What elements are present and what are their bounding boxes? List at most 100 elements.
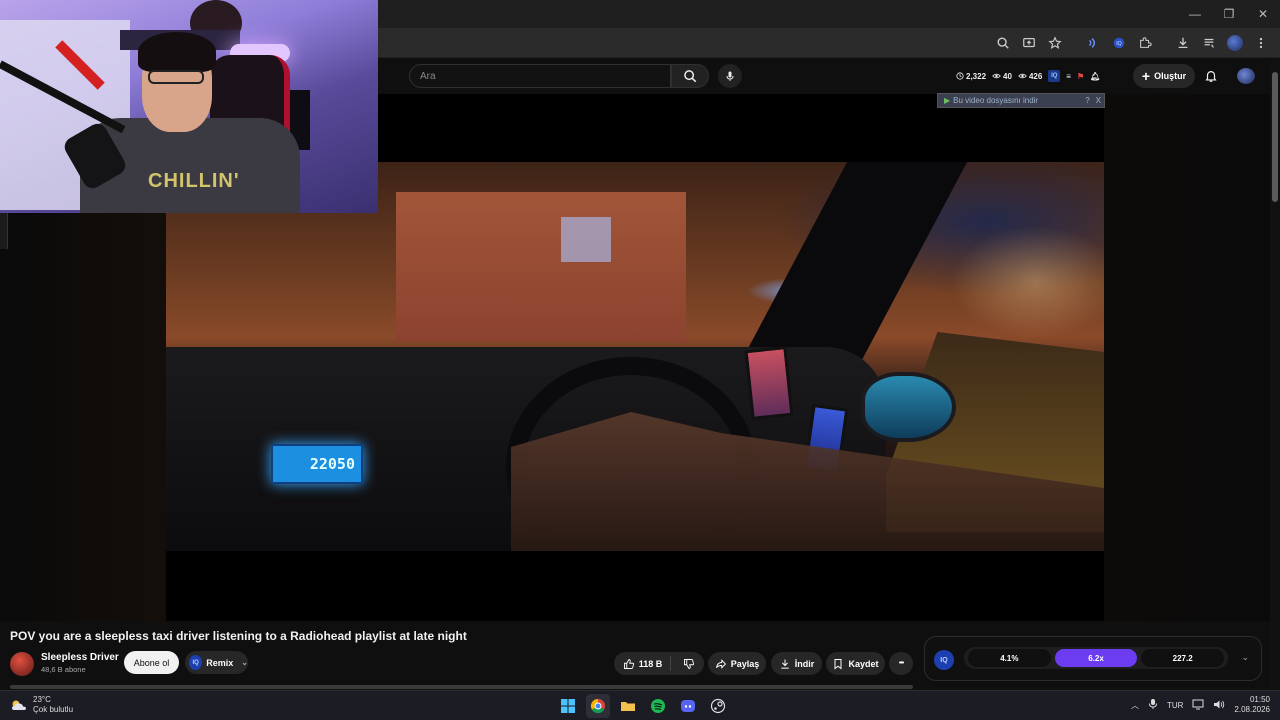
ambient-right (1104, 94, 1274, 621)
spotify-button[interactable] (646, 694, 670, 718)
remix-button[interactable]: IQ Remix ⌄ (185, 651, 248, 674)
taskbar-apps (556, 694, 730, 718)
minimize-button[interactable]: — (1178, 0, 1212, 28)
clock[interactable]: 01:50 2.08.2026 (1234, 695, 1270, 715)
voice-search-button[interactable] (718, 64, 742, 88)
vertical-scrollbar-thumb[interactable] (1272, 72, 1278, 202)
bookmark-icon (834, 658, 842, 669)
notification-off-icon[interactable]: ⚑ (1077, 72, 1084, 81)
webcam-glasses (148, 70, 204, 84)
profile-avatar[interactable] (1224, 32, 1246, 54)
file-explorer-button[interactable] (616, 694, 640, 718)
weather-widget[interactable]: 23°C Çok bulutlu (10, 695, 73, 715)
search-field[interactable] (409, 64, 671, 88)
watching-value: 426 (1028, 71, 1043, 81)
download-helper-label[interactable]: Bu video dosyasını indir (953, 96, 1038, 105)
language-indicator[interactable]: TUR (1167, 701, 1183, 710)
create-label: Oluştur (1154, 71, 1187, 81)
discord-icon (681, 700, 695, 712)
zoom-icon[interactable] (992, 32, 1014, 54)
chevron-down-icon: ⌄ (241, 658, 248, 667)
reading-list-icon[interactable] (1198, 32, 1220, 54)
small-bell-icon[interactable]: 🔔︎ (1090, 72, 1100, 81)
cast-icon[interactable] (1018, 32, 1040, 54)
subscribe-button[interactable]: Abone ol (124, 651, 179, 674)
system-tray: ︿ TUR 01:50 2.08.2026 (1131, 695, 1270, 715)
more-actions-button[interactable]: ••• (889, 652, 913, 675)
download-icon[interactable] (1172, 32, 1194, 54)
temperature: 23°C (33, 695, 51, 704)
more-icon: ••• (898, 660, 904, 667)
weather-condition: Çok bulutlu (33, 705, 74, 714)
download-label: İndir (794, 658, 815, 669)
side-panel-edge[interactable] (0, 213, 8, 249)
video-building (396, 192, 686, 342)
download-button[interactable]: İndir (771, 652, 822, 675)
eye-icon (992, 73, 1001, 79)
microphone-tray-icon[interactable] (1148, 698, 1158, 712)
extensions-puzzle-icon[interactable] (1134, 32, 1156, 54)
microphone-icon (726, 71, 734, 81)
clock-icon (956, 72, 964, 80)
channel-avatar[interactable] (10, 652, 34, 676)
chrome-icon (590, 698, 605, 714)
download-icon (781, 659, 789, 669)
windows-taskbar: 23°C Çok bulutlu ︿ TUR 01:50 2.08.2026 (0, 690, 1280, 720)
folder-icon (621, 702, 635, 711)
video-frame[interactable]: 22050 (166, 162, 1104, 551)
like-button[interactable]: 118 B (615, 656, 672, 671)
account-avatar[interactable] (1237, 68, 1255, 84)
extension-stats: 2,322 40 426 IQ ≡ ⚑ 🔔︎ (956, 70, 1100, 82)
steam-button[interactable] (706, 694, 730, 718)
save-label: Kaydet (848, 658, 879, 669)
iq-icon: IQ (189, 655, 203, 670)
search-input[interactable] (420, 70, 670, 82)
save-button[interactable]: Kaydet (826, 652, 885, 675)
iq-stat-multiplier[interactable]: 6.2x (1054, 649, 1138, 667)
tray-overflow-icon[interactable]: ︿ (1131, 700, 1139, 711)
list-icon[interactable]: ≡ (1066, 72, 1071, 81)
discord-button[interactable] (676, 694, 700, 718)
webcam-person-hair (138, 32, 216, 72)
display-icon[interactable] (1192, 699, 1204, 712)
share-icon (715, 658, 726, 669)
audio-extension-icon[interactable] (1082, 32, 1104, 54)
bookmark-star-icon[interactable] (1044, 32, 1066, 54)
chrome-taskbar-button[interactable] (586, 694, 610, 718)
views-value: 40 (1003, 71, 1012, 81)
notifications-button[interactable] (1202, 67, 1220, 85)
video-title: POV you are a sleepless taxi driver list… (10, 629, 467, 643)
create-button[interactable]: + Oluştur (1133, 64, 1195, 88)
webcam-overlay: CHILLIN' (0, 0, 378, 213)
video-window (561, 217, 611, 262)
video-info: POV you are a sleepless taxi driver list… (0, 621, 1280, 687)
like-count: 118 B (638, 658, 663, 669)
like-dislike-group: 118 B (614, 652, 704, 675)
iq-stats-panel: IQ 4.1% 6.2x 227.2 ⌄ (924, 636, 1262, 681)
help-button[interactable]: ? (1082, 96, 1092, 105)
iq-badge-icon[interactable]: IQ (1048, 70, 1061, 82)
spotify-icon (651, 699, 665, 713)
play-icon: ▶ (944, 96, 951, 105)
thumbs-up-icon (623, 658, 634, 669)
volume-icon[interactable] (1213, 699, 1225, 712)
close-helper-button[interactable]: X (1093, 96, 1104, 105)
download-helper-bar[interactable]: ▶ Bu video dosyasını indir ? X (937, 93, 1105, 108)
chrome-menu-icon[interactable] (1250, 32, 1272, 54)
restore-button[interactable]: ❐ (1212, 0, 1246, 28)
iq-stat-percent[interactable]: 4.1% (968, 649, 1051, 667)
dislike-button[interactable] (675, 658, 703, 670)
search-icon (684, 70, 697, 83)
window-controls: — ❐ ✕ (1178, 0, 1280, 28)
watch-time-value: 2,322 (966, 71, 987, 81)
start-button[interactable] (556, 694, 580, 718)
share-button[interactable]: Paylaş (708, 652, 766, 675)
horizontal-scrollbar[interactable] (10, 685, 913, 689)
close-window-button[interactable]: ✕ (1246, 0, 1280, 28)
channel-name[interactable]: Sleepless Driver (41, 652, 119, 663)
iq-stat-score[interactable]: 227.2 (1141, 649, 1225, 667)
plus-icon: + (1141, 68, 1151, 84)
search-button[interactable] (671, 64, 709, 88)
chevron-down-icon[interactable]: ⌄ (1241, 652, 1249, 663)
iq-extension-icon[interactable]: IQ (1108, 32, 1130, 54)
